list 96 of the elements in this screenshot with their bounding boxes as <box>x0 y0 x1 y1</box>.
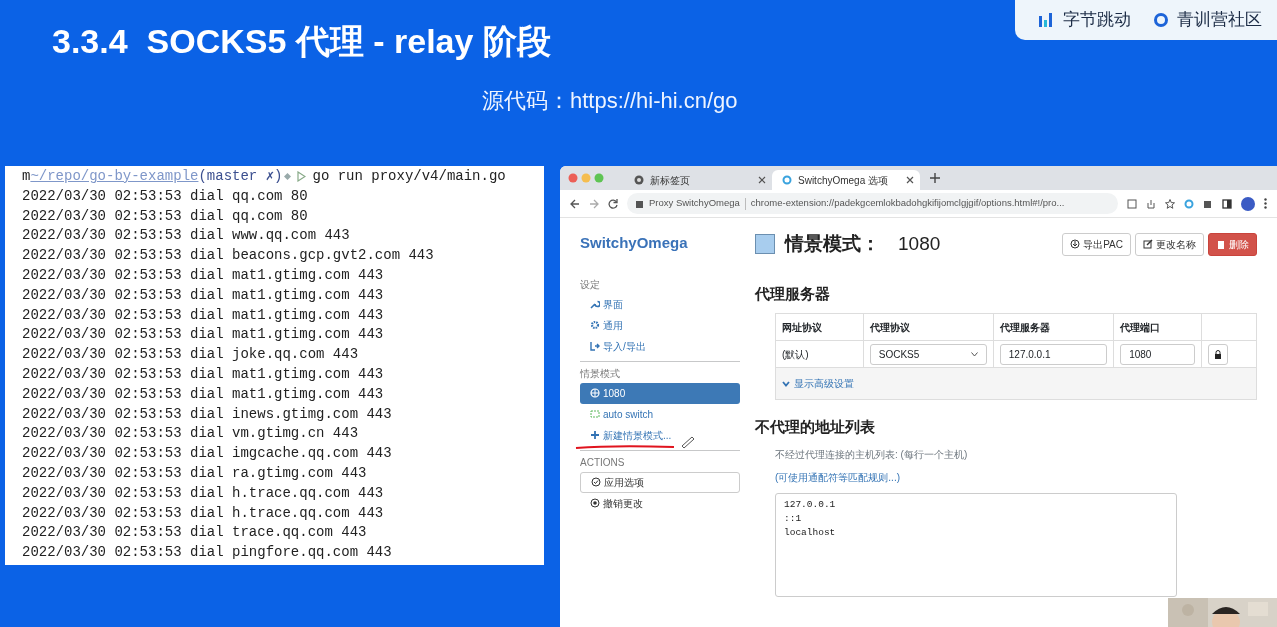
column-header: 代理服务器 <box>993 313 1114 341</box>
protocol-select[interactable]: SOCKS5 <box>869 343 987 365</box>
tab-title: 新标签页 <box>650 173 691 188</box>
sidebar-item[interactable]: 应用选项 <box>580 471 740 493</box>
column-header: 代理端口 <box>1113 313 1202 341</box>
prompt-arrow-icon <box>297 171 307 183</box>
bypass-list-field[interactable]: 127.0.0.1 ::1 localhost <box>775 492 1177 597</box>
log-line: 2022/03/30 02:53:53 dial qq.com 80 <box>22 206 309 226</box>
lock-icon <box>1214 349 1223 359</box>
log-line: 2022/03/30 02:53:53 dial beacons.gcp.gvt2.com 443 <box>22 246 435 266</box>
forward-arrow-icon <box>589 198 599 209</box>
log-line: 2022/03/30 02:53:53 dial mat1.gtimg.com 443 <box>22 305 385 325</box>
browser-tab[interactable]: 新标签页 <box>624 170 772 190</box>
url-text: chrome-extension://padekgcemlokbadohgkifijomclgjgif/options.html#!/pro... <box>750 196 1065 211</box>
reload-icon <box>608 198 618 209</box>
brand-name: 字节跳动 <box>1063 9 1131 32</box>
wildcard-rules-link[interactable]: (可使用通配符等匹配规则...) <box>775 471 900 483</box>
site-name: Proxy SwitchyOmega <box>649 196 740 211</box>
address-bar[interactable]: Proxy SwitchyOmega chrome-extension://padekgcemlokbadohgkifijomclgjgif/options.html#!/pro... <box>627 193 1118 214</box>
sidebar-item[interactable]: auto switch <box>580 403 740 425</box>
log-line: 2022/03/30 02:53:53 dial mat1.gtimg.com 443 <box>22 325 385 345</box>
section-heading: 情景模式 <box>580 366 621 381</box>
log-line: 2022/03/30 02:53:53 dial mat1.gtimg.com 443 <box>22 285 385 305</box>
port-field[interactable]: 1080 <box>1120 343 1196 365</box>
log-line: 2022/03/30 02:53:53 dial inews.gtimg.com 443 <box>22 404 393 424</box>
close-icon <box>758 176 766 184</box>
slide-title: 3.3.4 SOCKS5 代理 - relay 阶段 <box>52 21 551 62</box>
log-line: 2022/03/30 02:53:53 dial imgcache.qq.com 443 <box>22 444 393 464</box>
new-tab-icon <box>930 173 940 183</box>
section-heading: 不代理的地址列表 <box>755 417 876 437</box>
trash-icon <box>1216 239 1226 250</box>
ring-icon <box>782 175 792 185</box>
avatar-icon <box>1241 196 1255 211</box>
section-heading: 代理服务器 <box>755 283 831 304</box>
extension-ring-icon <box>1184 198 1194 209</box>
kebab-menu-icon <box>1264 198 1267 209</box>
log-line: 2022/03/30 02:53:53 dial h.trace.qq.com 443 <box>22 483 385 503</box>
log-line: 2022/03/30 02:53:53 dial ra.gtimg.com 443 <box>22 463 368 483</box>
brand-name: 青训营社区 <box>1177 9 1262 32</box>
sidebar-item[interactable]: 1080 <box>580 382 740 404</box>
log-line: 2022/03/30 02:53:53 dial vm.gtimg.cn 443 <box>22 424 360 444</box>
delete-button[interactable]: 删除 <box>1208 232 1257 256</box>
profile-label: 情景模式： <box>785 232 880 256</box>
app-brand: SwitchyOmega <box>580 233 689 253</box>
log-line: 2022/03/30 02:53:53 dial mat1.gtimg.com 443 <box>22 266 385 285</box>
divider-icon <box>744 197 746 210</box>
lock-button[interactable] <box>1208 343 1229 365</box>
ring-logo-icon <box>1153 12 1169 28</box>
import-icon <box>590 341 600 351</box>
rename-button[interactable]: 更改名称 <box>1135 232 1204 256</box>
chevron-down-icon <box>782 380 790 387</box>
log-line: 2022/03/30 02:53:53 dial pingfore.qq.com 443 <box>22 543 393 563</box>
source-link-text: 源代码：https://hi-hi.cn/go <box>482 87 738 115</box>
sidebar-item[interactable]: 通用 <box>580 314 740 336</box>
log-line: 2022/03/30 02:53:53 dial h.trace.qq.com 443 <box>22 503 385 523</box>
section-heading: 设定 <box>580 277 601 292</box>
server-field[interactable]: 127.0.0.1 <box>999 343 1108 365</box>
download-icon <box>1070 239 1081 250</box>
log-line: 2022/03/30 02:53:53 dial mat1.gtimg.com 443 <box>22 364 385 384</box>
log-line: 2022/03/30 02:53:53 dial qq.com 80 <box>22 186 309 206</box>
log-line: 2022/03/30 02:53:53 dial mat1.gtimg.com 443 <box>22 384 385 404</box>
gear-icon <box>590 320 600 330</box>
globe-icon <box>590 388 600 398</box>
cancel-circle-icon <box>590 498 600 508</box>
sidebar-item[interactable]: 新建情景模式... <box>580 424 740 446</box>
command-text: go run proxy/v4/main.go <box>312 167 506 186</box>
tab-title: SwitchyOmega 选项 <box>798 173 890 188</box>
star-icon <box>1165 198 1175 209</box>
edit-icon <box>1143 239 1153 250</box>
log-line: 2022/03/30 02:53:53 dial trace.qq.com 443 <box>22 523 368 543</box>
sidebar-item[interactable]: 界面 <box>580 293 740 315</box>
side-panel-icon <box>1222 198 1232 209</box>
section-heading: ACTIONS <box>580 455 626 470</box>
table-cell: (默认) <box>775 340 864 368</box>
prompt-branch: (master ✗) <box>198 167 283 186</box>
close-icon <box>906 176 914 184</box>
check-circle-icon <box>591 477 601 487</box>
plus-icon <box>590 430 600 440</box>
sidebar-item[interactable]: 导入/导出 <box>580 335 740 357</box>
browser-tab[interactable]: SwitchyOmega 选项 <box>772 170 920 190</box>
log-line: 2022/03/30 02:53:53 dial joke.qq.com 443 <box>22 345 360 365</box>
profile-name: 1080 <box>898 232 941 256</box>
column-header: 网址协议 <box>775 313 864 341</box>
advanced-settings-link[interactable]: 显示高级设置 <box>776 368 1256 399</box>
bar-chart-logo-icon <box>1039 13 1055 27</box>
column-header: 代理协议 <box>863 313 994 341</box>
sidebar-item[interactable]: 撤销更改 <box>580 492 740 514</box>
prompt-path: ~/repo/go-by-example <box>30 167 199 186</box>
log-line: 2022/03/30 02:53:53 dial www.qq.com 443 <box>22 226 351 246</box>
globe-icon <box>634 175 644 185</box>
help-text: 不经过代理连接的主机列表: (每行一个主机) <box>775 447 969 462</box>
export-button[interactable]: 导出PAC <box>1062 232 1131 256</box>
prompt-user: m <box>22 167 31 186</box>
back-arrow-icon <box>570 198 580 209</box>
chevron-down-icon <box>970 351 978 357</box>
share-icon <box>1146 198 1156 209</box>
